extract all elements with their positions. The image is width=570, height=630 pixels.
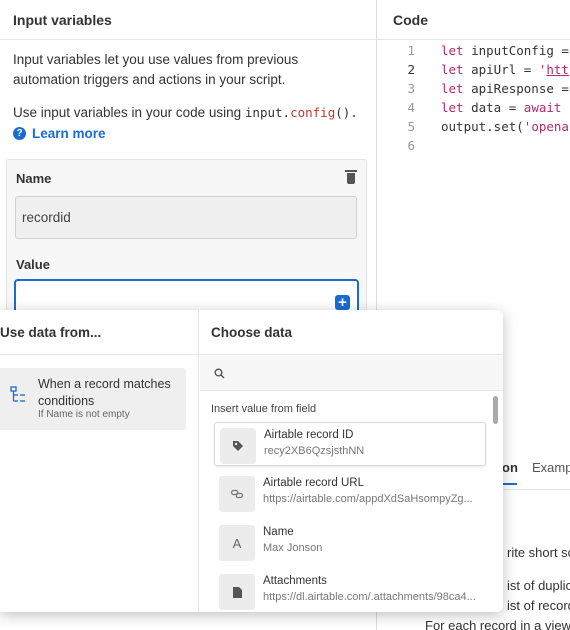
data-picker-dropdown: Use data from... When a record matches c… xyxy=(0,310,503,612)
code-title: Code xyxy=(377,0,570,40)
field-item-attachments[interactable]: Attachments https://dl.airtable.com/.att… xyxy=(214,569,486,612)
field-item-record-url[interactable]: Airtable record URL https://airtable.com… xyxy=(214,471,486,515)
data-source-column: Use data from... When a record matches c… xyxy=(0,310,199,612)
help-icon: ? xyxy=(13,127,26,140)
docs-text: ist of record xyxy=(507,598,570,613)
panel-title: Input variables xyxy=(0,0,376,40)
insert-value-label: Insert value from field xyxy=(211,403,317,415)
usage-code: input.config(). xyxy=(244,105,358,120)
docs-text: ist of duplica xyxy=(507,578,570,593)
code-line: 2 let apiUrl = 'htt xyxy=(407,62,569,77)
choose-data-heading: Choose data xyxy=(200,310,503,355)
source-title: When a record matches conditions xyxy=(38,377,171,408)
code-line: 6 xyxy=(407,138,415,153)
code-line: 5 output.set('opena xyxy=(407,119,569,134)
source-subtitle: If Name is not empty xyxy=(38,409,130,420)
code-line: 1 let inputConfig = xyxy=(407,43,569,58)
input-variables-description: Input variables let you use values from … xyxy=(13,52,299,87)
tab-examples[interactable]: Examp xyxy=(532,460,570,475)
trigger-condition-icon xyxy=(10,386,25,402)
add-value-button[interactable]: + xyxy=(335,295,350,310)
field-item-name[interactable]: A Name Max Jonson xyxy=(214,520,486,564)
learn-more-link[interactable]: ? Learn more xyxy=(13,126,106,141)
tag-icon xyxy=(220,428,256,464)
name-label: Name xyxy=(16,171,52,186)
search-icon xyxy=(214,368,225,379)
use-data-from-heading: Use data from... xyxy=(0,310,199,355)
docs-text: For each record in a view, xyxy=(425,618,570,630)
code-line: 4 let data = await xyxy=(407,100,562,115)
trash-icon[interactable] xyxy=(345,170,357,184)
search-input[interactable] xyxy=(230,364,480,384)
tab-documentation[interactable]: on xyxy=(502,460,518,485)
choose-data-column: Choose data Insert value from field Airt… xyxy=(200,310,503,612)
code-line: 3 let apiResponse = xyxy=(407,81,569,96)
text-field-icon: A xyxy=(219,525,255,561)
docs-tabs: on Examp xyxy=(502,448,570,490)
search-bar xyxy=(200,356,503,391)
link-icon xyxy=(219,476,255,512)
docs-text: rite short sc xyxy=(507,545,570,560)
field-item-record-id[interactable]: Airtable record ID recy2XB6QzsjsthNN xyxy=(214,422,486,466)
variable-name-input[interactable]: recordid xyxy=(15,196,357,239)
source-item-trigger[interactable]: When a record matches conditions If Name… xyxy=(0,368,186,430)
code-editor[interactable]: 1 let inputConfig = 2 let apiUrl = 'htt … xyxy=(377,41,570,155)
scrollbar-thumb[interactable] xyxy=(493,396,498,424)
file-icon xyxy=(219,574,255,610)
usage-hint: Use input variables in your code using i… xyxy=(13,105,358,120)
value-label: Value xyxy=(16,257,50,272)
